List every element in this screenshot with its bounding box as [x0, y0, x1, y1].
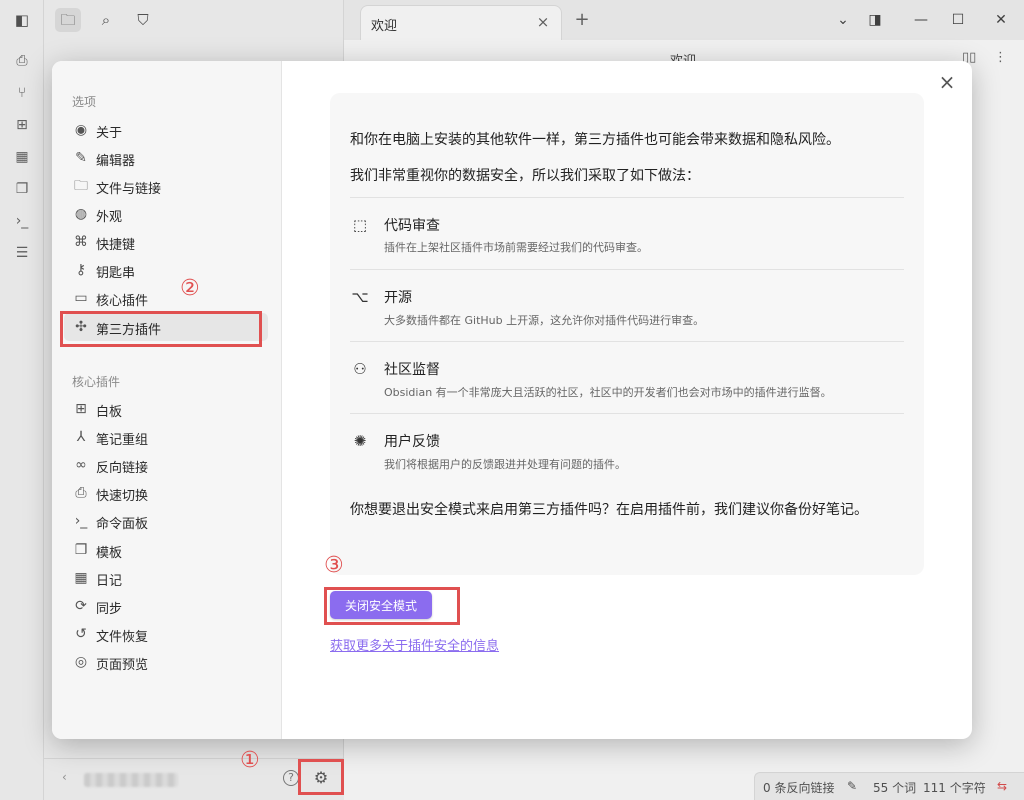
settings-item-files-links[interactable]: 🗀 文件与链接: [64, 172, 268, 200]
settings-item-daily-notes[interactable]: ▦ 日记: [64, 564, 268, 592]
help-icon[interactable]: ?: [283, 770, 299, 786]
plugin-security-link[interactable]: 获取更多关于插件安全的信息: [330, 635, 499, 654]
settings-item-file-recovery[interactable]: ↺ 文件恢复: [64, 620, 268, 648]
sync-icon: ⟳: [75, 598, 87, 614]
palette-icon: ◍: [74, 206, 88, 222]
history-icon: ↺: [75, 626, 87, 642]
annotation-box-settings: [298, 759, 344, 795]
users-icon: ⚇: [353, 360, 367, 378]
settings-sidebar: 选项 ◉ 关于 ✎ 编辑器 🗀 文件与链接 ◍ 外观 ⌘ 快捷键 ⚷ 钥匙串 ▭…: [52, 61, 282, 739]
settings-item-hotkeys[interactable]: ⌘ 快捷键: [64, 228, 268, 256]
user-circle-icon: ◉: [74, 122, 88, 138]
settings-item-quick-switcher[interactable]: ⎙ 快速切换: [64, 479, 268, 507]
feature-desc: 插件在上架社区插件市场前需要经过我们的代码审查。: [384, 241, 648, 254]
annotation-number-1: ①: [240, 748, 260, 773]
annotation-number-2: ②: [180, 276, 200, 301]
feature-title: 用户反馈: [384, 434, 440, 450]
settings-item-appearance[interactable]: ◍ 外观: [64, 200, 268, 228]
terminal-icon: ›_: [74, 513, 88, 529]
settings-item-note-composer[interactable]: ⅄ 笔记重组: [64, 423, 268, 451]
calendar-plug-icon: ▭: [74, 290, 88, 306]
safety-info-card: 和你在电脑上安装的其他软件一样，第三方插件也可能会带来数据和隐私风险。 我们非常…: [330, 93, 924, 575]
settings-modal: 选项 ◉ 关于 ✎ 编辑器 🗀 文件与链接 ◍ 外观 ⌘ 快捷键 ⚷ 钥匙串 ▭…: [52, 61, 972, 739]
folder-link-icon: 🗀: [74, 178, 88, 194]
copy-icon: ❐: [74, 542, 88, 558]
annotation-box-button: [324, 587, 460, 625]
settings-item-page-preview[interactable]: ◎ 页面预览: [64, 648, 268, 676]
risk-intro-text: 和你在电脑上安装的其他软件一样，第三方插件也可能会带来数据和隐私风险。: [350, 132, 840, 148]
divider: [350, 197, 904, 198]
cursor-click-icon: ⬚: [352, 216, 368, 234]
community-plugins-pane: 和你在电脑上安装的其他软件一样，第三方插件也可能会带来数据和隐私风险。 我们非常…: [282, 61, 972, 739]
settings-item-editor[interactable]: ✎ 编辑器: [64, 144, 268, 172]
core-plugins-section-header: 核心插件: [72, 375, 121, 389]
settings-item-templates[interactable]: ❐ 模板: [64, 536, 268, 564]
bug-icon: ✺: [353, 432, 367, 450]
preview-icon: ◎: [74, 654, 88, 670]
settings-item-canvas[interactable]: ⊞ 白板: [64, 395, 268, 423]
backlink-icon: ∞: [75, 457, 87, 473]
settings-item-backlinks[interactable]: ∞ 反向链接: [64, 451, 268, 479]
feature-desc: 我们将根据用户的反馈跟进并处理有问题的插件。: [384, 458, 626, 471]
divider: [350, 269, 904, 270]
feature-title: 代码审查: [384, 218, 440, 234]
annotation-box-community-plugins: [60, 311, 262, 347]
divider: [350, 341, 904, 342]
merge-icon: ⅄: [76, 429, 86, 445]
settings-item-keychain[interactable]: ⚷ 钥匙串: [64, 256, 268, 284]
safety-lead-text: 我们非常重视你的数据安全，所以我们采取了如下做法：: [350, 168, 700, 184]
safe-mode-question: 你想要退出安全模式来启用第三方插件吗？在启用插件前，我们建议你备份好笔记。: [350, 502, 868, 518]
command-icon: ⌘: [74, 234, 88, 250]
settings-item-about[interactable]: ◉ 关于: [64, 116, 268, 144]
feature-desc: Obsidian 有一个非常庞大且活跃的社区，社区中的开发者们也会对市场中的插件…: [384, 386, 832, 399]
divider: [350, 413, 904, 414]
settings-item-command-palette[interactable]: ›_ 命令面板: [64, 507, 268, 535]
feature-title: 开源: [384, 290, 412, 306]
github-icon: ⌥: [351, 288, 369, 306]
pencil-icon: ✎: [75, 150, 87, 166]
canvas-icon: ⊞: [75, 401, 87, 417]
settings-item-sync[interactable]: ⟳ 同步: [64, 592, 268, 620]
file-search-icon: ⎙: [75, 485, 87, 501]
settings-item-core-plugins[interactable]: ▭ 核心插件: [64, 284, 268, 312]
feature-title: 社区监督: [384, 362, 440, 378]
key-icon: ⚷: [75, 262, 87, 278]
feature-desc: 大多数插件都在 GitHub 上开源，这允许你对插件代码进行审查。: [384, 314, 705, 327]
calendar-icon: ▦: [74, 570, 88, 586]
annotation-number-3: ③: [324, 553, 344, 578]
options-section-header: 选项: [72, 95, 97, 109]
